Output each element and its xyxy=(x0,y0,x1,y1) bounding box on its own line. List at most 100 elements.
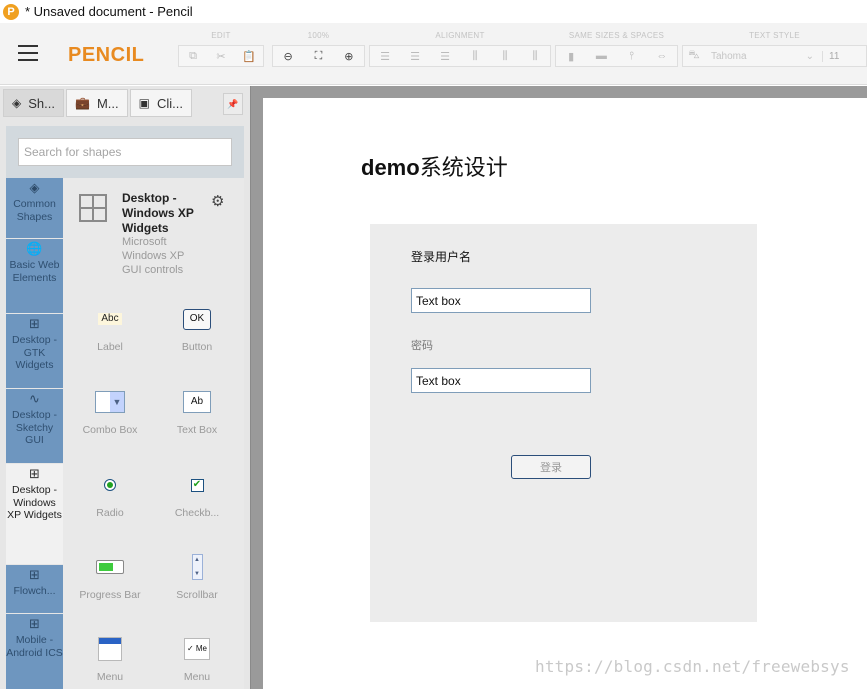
category-list: ◈ Common Shapes 🌐 Basic Web Elements ⊞ D… xyxy=(6,178,63,689)
text-style-group-label: TEXT STYLE xyxy=(749,31,800,40)
shape-menu-item[interactable]: ✓ Me Menu xyxy=(162,636,232,682)
squiggle-icon: ∿ xyxy=(29,391,40,406)
login-form-panel[interactable]: 登录用户名 密码 登录 xyxy=(370,224,757,622)
category-sketchy[interactable]: ∿ Desktop - Sketchy GUI xyxy=(6,389,63,463)
tab-clipart[interactable]: ▣ Cli... xyxy=(129,89,192,117)
zoom-group: 100% ⊖ ⛶ ⊕ xyxy=(272,31,365,77)
gear-icon[interactable]: ⚙ xyxy=(211,192,224,210)
menu-item-thumb: ✓ Me xyxy=(184,638,210,660)
password-field[interactable] xyxy=(411,368,591,393)
document-page[interactable]: demo系统设计 登录用户名 密码 登录 xyxy=(263,98,867,689)
image-icon: ▣ xyxy=(138,96,150,110)
category-label: Desktop - GTK Widgets xyxy=(12,333,57,372)
edit-group: EDIT ⧉ ✂ 📋 xyxy=(178,31,264,77)
category-common-shapes[interactable]: ◈ Common Shapes xyxy=(6,178,63,238)
username-field[interactable] xyxy=(411,288,591,313)
same-width-icon[interactable]: ▮ xyxy=(560,47,582,65)
category-label: Common Shapes xyxy=(13,197,56,223)
grid-icon: ⊞ xyxy=(29,316,40,331)
category-label: Flowch... xyxy=(13,584,56,597)
pin-icon[interactable]: 📌 xyxy=(223,93,243,115)
shape-progress-bar[interactable]: Progress Bar xyxy=(75,554,145,600)
shape-name: Scrollbar xyxy=(176,589,218,601)
shape-name: Combo Box xyxy=(82,424,138,436)
shape-name: Text Box xyxy=(176,424,218,436)
zoom-in-icon[interactable]: ⊕ xyxy=(338,47,360,65)
tab-my-collections[interactable]: 💼 M... xyxy=(65,89,128,117)
cut-icon[interactable]: ✂ xyxy=(210,47,232,65)
page-title-cn: 系统设计 xyxy=(419,155,508,180)
shape-scrollbar[interactable]: ▲ ▼ Scrollbar xyxy=(162,554,232,600)
category-gtk[interactable]: ⊞ Desktop - GTK Widgets xyxy=(6,314,63,388)
login-button[interactable]: 登录 xyxy=(511,455,591,479)
align-center-icon[interactable]: ☰ xyxy=(404,47,426,65)
text-style-group: TEXT STYLE ⛍ Tahoma ⌄ 11 xyxy=(682,31,867,77)
align-right-icon[interactable]: ☰ xyxy=(434,47,456,65)
search-input[interactable] xyxy=(18,138,232,166)
shape-menu[interactable]: Menu xyxy=(75,636,145,682)
shape-label[interactable]: Abc Label xyxy=(75,306,145,352)
shape-name: Radio xyxy=(96,507,124,519)
align-left-icon[interactable]: ☰ xyxy=(374,47,396,65)
same-vspace-icon[interactable]: ⫯ xyxy=(621,47,643,65)
shape-name: Progress Bar xyxy=(79,589,141,601)
progress-bar-thumb xyxy=(96,560,124,574)
shape-button[interactable]: OK Button xyxy=(162,306,232,352)
category-basic-web[interactable]: 🌐 Basic Web Elements xyxy=(6,239,63,313)
category-windows-xp[interactable]: ⊞ Desktop - Windows XP Widgets xyxy=(6,464,63,564)
category-android[interactable]: ⊞ Mobile - Android ICS xyxy=(6,614,63,689)
grid-icon: ⊞ xyxy=(29,466,40,481)
shape-name: Menu xyxy=(183,671,211,683)
font-family-select[interactable]: Tahoma ⌄ xyxy=(705,51,822,62)
globe-icon: 🌐 xyxy=(26,241,43,256)
shape-name: Checkb... xyxy=(174,507,220,519)
alignment-group-label: ALIGNMENT xyxy=(435,31,485,40)
page-title[interactable]: demo系统设计 xyxy=(361,150,508,182)
radio-thumb xyxy=(104,479,116,491)
button-thumb: OK xyxy=(183,308,211,330)
zoom-out-icon[interactable]: ⊖ xyxy=(277,47,299,65)
align-bottom-icon[interactable]: ⫼ xyxy=(524,47,546,65)
font-size-input[interactable]: 11 xyxy=(822,50,866,62)
copy-icon[interactable]: ⧉ xyxy=(182,47,204,65)
edit-group-label: EDIT xyxy=(211,31,231,40)
same-height-icon[interactable]: ▬ xyxy=(590,47,612,65)
category-flowchart[interactable]: ⊞ Flowch... xyxy=(6,565,63,613)
sidebar-tabs: ◈ Sh... 💼 M... ▣ Cli... xyxy=(3,89,192,119)
shape-name: Button xyxy=(181,341,213,353)
paste-icon[interactable]: 📋 xyxy=(238,47,260,65)
shape-radio[interactable]: Radio xyxy=(75,472,145,518)
collection-pane: Desktop - Windows XP Widgets Microsoft W… xyxy=(63,178,244,689)
shape-text-box[interactable]: Ab Text Box xyxy=(162,389,232,435)
menu-thumb xyxy=(98,637,122,661)
shape-checkbox[interactable]: ✔ Checkb... xyxy=(162,472,232,518)
fit-icon[interactable]: ⛶ xyxy=(307,47,329,65)
align-middle-icon[interactable]: ⫼ xyxy=(494,47,516,65)
align-top-icon[interactable]: ⫼ xyxy=(464,47,486,65)
combo-box-thumb: ▼ xyxy=(95,391,125,413)
page-title-latin: demo xyxy=(361,155,420,180)
chevron-down-icon: ⌄ xyxy=(805,50,814,62)
shape-combo-box[interactable]: ▼ Combo Box xyxy=(75,389,145,435)
collection-description: Microsoft Windows XP GUI controls xyxy=(122,236,185,276)
tab-shapes[interactable]: ◈ Sh... xyxy=(3,89,64,117)
shape-name: Label xyxy=(97,341,123,353)
category-label: Basic Web Elements xyxy=(9,258,60,284)
tab-clipart-label: Cli... xyxy=(156,95,183,111)
main-toolbar: PENCIL EDIT ⧉ ✂ 📋 100% ⊖ ⛶ ⊕ ALIGNMENT ☰… xyxy=(0,23,867,85)
shape-name: Menu xyxy=(96,671,124,683)
same-sizes-group-label: SAME SIZES & SPACES xyxy=(568,31,665,40)
username-label: 登录用户名 xyxy=(411,250,472,264)
collection-grid-icon xyxy=(79,194,107,222)
format-painter-icon[interactable]: ⛍ xyxy=(683,47,705,65)
grid-icon: ⊞ xyxy=(29,616,40,631)
category-label: Mobile - Android ICS xyxy=(6,633,63,659)
tab-shapes-label: Sh... xyxy=(28,95,55,111)
checkbox-thumb: ✔ xyxy=(190,478,204,492)
same-sizes-group: SAME SIZES & SPACES ▮ ▬ ⫯ ⇔ xyxy=(555,31,678,77)
same-hspace-icon[interactable]: ⇔ xyxy=(651,47,673,65)
text-box-thumb: Ab xyxy=(183,391,211,413)
menu-icon[interactable] xyxy=(18,45,38,61)
drawing-canvas[interactable]: demo系统设计 登录用户名 密码 登录 xyxy=(250,86,867,689)
window-titlebar: P * Unsaved document - Pencil xyxy=(0,0,867,23)
